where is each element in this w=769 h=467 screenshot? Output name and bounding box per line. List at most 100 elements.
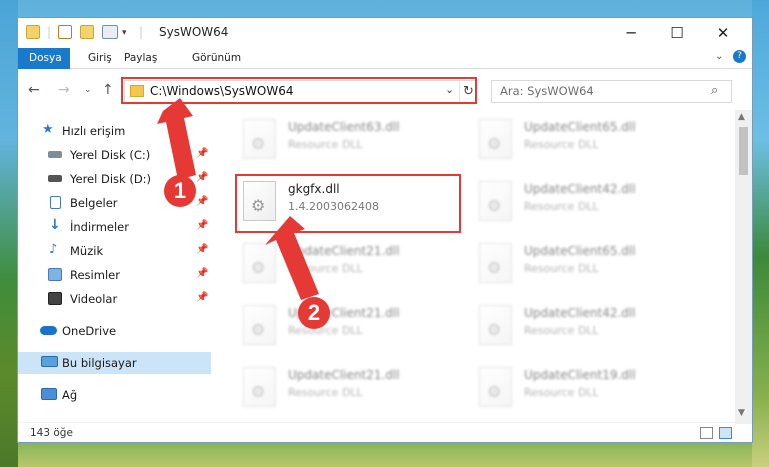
file-name: UpdateClient21.dll — [288, 244, 400, 258]
file-item[interactable]: ⚙ UpdateClient65.dll Resource DLL — [476, 240, 706, 288]
customize-toolbar-icon[interactable] — [102, 25, 118, 41]
dll-file-icon: ⚙ — [243, 305, 276, 345]
status-bar: 143 öğe — [18, 422, 752, 442]
music-icon: ♪ — [49, 242, 58, 257]
disk-icon — [48, 151, 62, 158]
properties-icon[interactable] — [58, 25, 72, 41]
folder-icon — [26, 25, 40, 41]
computer-icon — [41, 356, 58, 367]
sidebar-item-music[interactable]: ♪ Müzik 📌 — [18, 240, 211, 262]
sidebar-item-label: Belgeler — [70, 196, 118, 210]
pictures-icon — [48, 268, 62, 281]
pin-icon: 📌 — [196, 220, 209, 231]
expand-ribbon-icon[interactable]: ⌄ — [715, 51, 723, 62]
sidebar-item-videos[interactable]: Videolar 📌 — [18, 288, 211, 310]
sidebar-item-label: Videolar — [70, 292, 118, 306]
file-name: UpdateClient19.dll — [524, 368, 636, 382]
documents-icon — [50, 196, 61, 209]
cloud-icon — [40, 326, 57, 335]
close-button[interactable]: ✕ — [700, 18, 746, 48]
search-placeholder: Ara: SysWOW64 — [500, 84, 594, 98]
star-icon: ★ — [42, 122, 54, 137]
sidebar-item-label: Bu bilgisayar — [62, 356, 137, 370]
sidebar-item-downloads[interactable]: ↓ İndirmeler 📌 — [18, 216, 211, 238]
disk-icon — [48, 175, 62, 182]
dll-file-icon: ⚙ — [479, 119, 512, 159]
download-icon: ↓ — [49, 217, 61, 233]
file-name: UpdateClient63.dll — [288, 120, 400, 134]
maximize-button[interactable]: ☐ — [654, 18, 700, 48]
tab-share[interactable]: Paylaş — [114, 48, 167, 69]
pin-icon: 📌 — [196, 172, 209, 183]
sidebar-item-this-pc[interactable]: Bu bilgisayar — [18, 352, 211, 374]
file-description: Resource DLL — [288, 324, 363, 337]
tab-file[interactable]: Dosya — [18, 48, 70, 69]
file-item[interactable]: ⚙ UpdateClient21.dll Resource DLL — [240, 364, 470, 410]
item-count: 143 öğe — [30, 427, 73, 439]
file-description: Resource DLL — [524, 324, 599, 337]
sidebar-item-label: OneDrive — [62, 324, 117, 338]
new-folder-icon[interactable] — [80, 25, 94, 41]
search-box[interactable]: Ara: SysWOW64 ⌕ — [491, 80, 732, 103]
dll-file-icon: ⚙ — [479, 181, 512, 221]
file-description: Resource DLL — [288, 262, 363, 275]
file-description: Resource DLL — [288, 138, 363, 151]
file-item[interactable]: ⚙ UpdateClient19.dll Resource DLL — [476, 364, 706, 410]
vertical-scrollbar[interactable]: ▲ ▼ — [735, 110, 752, 424]
scroll-thumb[interactable] — [739, 127, 748, 175]
details-view-icon[interactable] — [700, 427, 713, 439]
file-item[interactable]: ⚙ UpdateClient63.dll Resource DLL — [240, 116, 470, 164]
file-description: Resource DLL — [524, 262, 599, 275]
sidebar-item-label: Resimler — [70, 268, 120, 282]
sidebar-item-label: Yerel Disk (C:) — [70, 148, 151, 162]
back-button[interactable]: ← — [28, 82, 40, 98]
desktop-background-left — [0, 0, 18, 467]
ribbon-tabs: Dosya Giriş Paylaş Görünüm ⌄ ? — [18, 48, 752, 69]
videos-icon — [48, 292, 62, 305]
dll-file-icon: ⚙ — [479, 243, 512, 283]
recent-locations-button[interactable]: ⌄ — [84, 85, 92, 95]
scroll-down-icon[interactable]: ▼ — [738, 408, 745, 418]
file-name: UpdateClient42.dll — [524, 182, 636, 196]
file-description: Resource DLL — [524, 200, 599, 213]
sidebar-item-onedrive[interactable]: OneDrive — [18, 320, 211, 342]
pin-icon: 📌 — [196, 268, 209, 279]
sidebar-item-label: Ağ — [62, 388, 78, 402]
chevron-down-icon[interactable]: ▾ — [122, 28, 127, 44]
file-description: Resource DLL — [288, 386, 363, 399]
dll-file-icon: ⚙ — [243, 367, 276, 407]
sidebar-item-label: İndirmeler — [70, 220, 129, 234]
sidebar-item-pictures[interactable]: Resimler 📌 — [18, 264, 211, 286]
desktop-background-right — [752, 0, 769, 467]
pin-icon: 📌 — [196, 244, 209, 255]
file-name: UpdateClient42.dll — [524, 306, 636, 320]
tiles-view-icon[interactable] — [719, 427, 732, 439]
sidebar-item-disk-c[interactable]: Yerel Disk (C:) 📌 — [18, 144, 211, 166]
file-item[interactable]: ⚙ UpdateClient42.dll Resource DLL — [476, 302, 706, 350]
dll-file-icon: ⚙ — [479, 305, 512, 345]
file-name: UpdateClient21.dll — [288, 368, 400, 382]
pin-icon: 📌 — [196, 148, 209, 159]
title-bar: | ▾ | SysWOW64 ─ ☐ ✕ — [18, 18, 752, 48]
minimize-button[interactable]: ─ — [608, 18, 654, 48]
help-icon[interactable]: ? — [733, 50, 746, 63]
separator: | — [139, 25, 144, 39]
sidebar-item-label: Yerel Disk (D:) — [70, 172, 152, 186]
dll-file-icon: ⚙ — [243, 119, 276, 159]
address-bar-highlight — [121, 77, 477, 104]
up-button[interactable]: ↑ — [102, 82, 114, 98]
forward-button[interactable]: → — [58, 82, 70, 98]
file-item[interactable]: ⚙ UpdateClient21.dll Resource DLL — [240, 240, 470, 288]
file-highlight — [235, 174, 461, 233]
navigation-pane: ★ Hızlı erişim Yerel Disk (C:) 📌 Yerel D… — [18, 110, 211, 410]
file-list: ⚙ UpdateClient63.dll Resource DLL ⚙ Upda… — [218, 110, 733, 410]
file-description: Resource DLL — [524, 386, 599, 399]
file-item[interactable]: ⚙ UpdateClient21.dll Resource DLL — [240, 302, 470, 350]
dll-file-icon: ⚙ — [243, 243, 276, 283]
file-item[interactable]: ⚙ UpdateClient65.dll Resource DLL — [476, 116, 706, 164]
sidebar-item-network[interactable]: Ağ — [18, 384, 211, 406]
scroll-up-icon[interactable]: ▲ — [738, 112, 745, 122]
tab-view[interactable]: Görünüm — [182, 48, 251, 69]
file-item[interactable]: ⚙ UpdateClient42.dll Resource DLL — [476, 178, 706, 226]
sidebar-item-quick-access[interactable]: ★ Hızlı erişim — [18, 120, 211, 142]
